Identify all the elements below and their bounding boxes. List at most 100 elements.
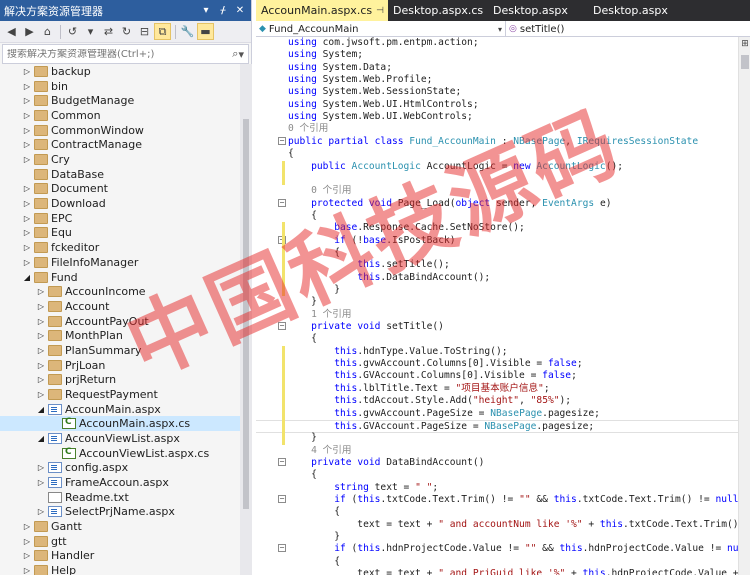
expand-arrow-icon[interactable]: ▷ xyxy=(22,522,32,531)
collapse-toggle-icon[interactable]: − xyxy=(278,198,286,207)
member-dropdown[interactable]: ◎ setTitle() xyxy=(506,21,750,37)
tree-item[interactable]: ▷ Gantt xyxy=(0,519,240,534)
expand-arrow-icon[interactable]: ▷ xyxy=(36,375,46,384)
preview-icon[interactable]: ▬ xyxy=(197,23,214,40)
expand-arrow-icon[interactable]: ▷ xyxy=(22,243,32,252)
expand-arrow-icon[interactable]: ▷ xyxy=(22,126,32,135)
tree-item[interactable]: ▷ SelectPrjName.aspx xyxy=(0,504,240,519)
expand-arrow-icon[interactable]: ▷ xyxy=(22,214,32,223)
expand-arrow-icon[interactable]: ▷ xyxy=(36,361,46,370)
collapse-toggle-icon[interactable]: − xyxy=(278,136,286,145)
expand-arrow-icon[interactable]: ▷ xyxy=(22,184,32,193)
tree-item[interactable]: ▷ CommonWindow xyxy=(0,123,240,138)
solution-tree-scrollbar[interactable] xyxy=(240,64,252,575)
expand-arrow-icon[interactable]: ▷ xyxy=(22,537,32,546)
expand-arrow-icon[interactable]: ▷ xyxy=(36,317,46,326)
tab-desktop-aspx[interactable]: Desktop.aspx xyxy=(488,0,588,21)
expand-arrow-icon[interactable]: ▷ xyxy=(22,96,32,105)
tree-item[interactable]: ◢ AccounMain.aspx xyxy=(0,402,240,417)
tree-item[interactable]: ▷ config.aspx xyxy=(0,460,240,475)
expand-arrow-icon[interactable]: ▷ xyxy=(36,390,46,399)
code-text-area[interactable]: using com.jwsoft.pm.entpm.action; using S… xyxy=(256,37,738,575)
tree-item[interactable]: ▷ bin xyxy=(0,79,240,94)
collapse-arrow-icon[interactable]: ◢ xyxy=(36,405,46,414)
collapse-toggle-icon[interactable]: − xyxy=(278,494,286,503)
expand-arrow-icon[interactable]: ▷ xyxy=(36,331,46,340)
tree-item[interactable]: ▷ fckeditor xyxy=(0,240,240,255)
pin-icon[interactable]: ⊣ xyxy=(376,6,384,16)
show-all-files-icon[interactable]: ⧉ xyxy=(154,23,171,40)
class-dropdown[interactable]: ◆ Fund_AccounMain ▾ xyxy=(256,21,506,37)
tree-item[interactable]: ▷ PrjLoan xyxy=(0,358,240,373)
collapse-arrow-icon[interactable]: ◢ xyxy=(36,434,46,443)
tree-item[interactable]: ◢ Fund xyxy=(0,270,240,285)
split-handle-icon[interactable]: ⊞ xyxy=(740,39,750,49)
expand-arrow-icon[interactable]: ▷ xyxy=(22,82,32,91)
chevron-down-icon[interactable]: ▾ xyxy=(238,48,244,61)
tree-item[interactable]: ▷ MonthPlan xyxy=(0,328,240,343)
tree-item[interactable]: DataBase xyxy=(0,167,240,182)
properties-icon[interactable]: 🔧 xyxy=(179,23,196,40)
tree-item[interactable]: ▷ backup xyxy=(0,64,240,79)
tree-item[interactable]: Readme.txt xyxy=(0,490,240,505)
tree-item[interactable]: ▷ AccounIncome xyxy=(0,284,240,299)
refresh-icon[interactable]: ↻ xyxy=(118,23,135,40)
solution-search-input[interactable] xyxy=(7,48,233,60)
tree-item[interactable]: AccounViewList.aspx.cs xyxy=(0,446,240,461)
chevron-down-icon[interactable]: ▾ xyxy=(82,23,99,40)
expand-arrow-icon[interactable]: ▷ xyxy=(22,199,32,208)
expand-arrow-icon[interactable]: ▷ xyxy=(36,478,46,487)
expand-arrow-icon[interactable]: ▷ xyxy=(22,155,32,164)
tree-item[interactable]: ▷ BudgetManage xyxy=(0,93,240,108)
collapse-all-icon[interactable]: ⊟ xyxy=(136,23,153,40)
sync-icon[interactable]: ⇄ xyxy=(100,23,117,40)
expand-arrow-icon[interactable]: ▷ xyxy=(22,140,32,149)
back-icon[interactable]: ◀ xyxy=(3,23,20,40)
collapse-arrow-icon[interactable]: ◢ xyxy=(22,273,32,282)
expand-arrow-icon[interactable]: ▷ xyxy=(22,566,32,575)
expand-arrow-icon[interactable]: ▷ xyxy=(36,287,46,296)
tree-item[interactable]: ▷ Document xyxy=(0,181,240,196)
close-icon[interactable]: ✕ xyxy=(233,5,247,16)
expand-arrow-icon[interactable]: ▷ xyxy=(22,551,32,560)
tab-desktop-aspx-cs[interactable]: Desktop.aspx.cs xyxy=(388,0,488,21)
expand-arrow-icon[interactable]: ▷ xyxy=(36,463,46,472)
tree-item[interactable]: ▷ Cry xyxy=(0,152,240,167)
expand-arrow-icon[interactable]: ▷ xyxy=(22,111,32,120)
pin-icon[interactable]: ᚋ xyxy=(216,5,230,16)
expand-arrow-icon[interactable]: ▷ xyxy=(36,507,46,516)
expand-arrow-icon[interactable]: ▷ xyxy=(36,346,46,355)
tree-item[interactable]: ▷ Equ xyxy=(0,225,240,240)
history-icon[interactable]: ↺ xyxy=(64,23,81,40)
tree-item[interactable]: ▷ ContractManage xyxy=(0,137,240,152)
editor-vertical-scrollbar[interactable]: ⊞ xyxy=(738,37,750,575)
tree-item[interactable]: ▷ FrameAccoun.aspx xyxy=(0,475,240,490)
tab-accounmain-aspx-cs[interactable]: AccounMain.aspx.cs ⊣ ✕ xyxy=(256,0,396,21)
tree-item[interactable]: ▷ Account xyxy=(0,299,240,314)
tree-item[interactable]: ▷ EPC xyxy=(0,211,240,226)
collapse-toggle-icon[interactable]: − xyxy=(278,322,286,331)
expand-arrow-icon[interactable]: ▷ xyxy=(36,302,46,311)
tree-item[interactable]: ◢ AccounViewList.aspx xyxy=(0,431,240,446)
scrollbar-thumb[interactable] xyxy=(741,55,749,69)
collapse-toggle-icon[interactable]: − xyxy=(278,457,286,466)
tree-item[interactable]: ▷ Help xyxy=(0,563,240,575)
tree-item[interactable]: ▷ prjReturn xyxy=(0,372,240,387)
tree-item[interactable]: ▷ Handler xyxy=(0,548,240,563)
tree-item[interactable]: AccounMain.aspx.cs xyxy=(0,416,240,432)
scrollbar-thumb[interactable] xyxy=(243,119,249,509)
tab-desktop-aspx-2[interactable]: Desktop.aspx xyxy=(588,0,688,21)
tree-item[interactable]: ▷ PlanSummary xyxy=(0,343,240,358)
forward-icon[interactable]: ▶ xyxy=(21,23,38,40)
tree-item[interactable]: ▷ RequestPayment xyxy=(0,387,240,402)
expand-arrow-icon[interactable]: ▷ xyxy=(22,67,32,76)
expand-arrow-icon[interactable]: ▷ xyxy=(22,228,32,237)
tree-item[interactable]: ▷ FileInfoManager xyxy=(0,255,240,270)
tree-item[interactable]: ▷ gtt xyxy=(0,534,240,549)
dropdown-arrow-icon[interactable]: ▾ xyxy=(199,5,213,16)
tree-item[interactable]: ▷ AccountPayOut xyxy=(0,314,240,329)
tree-item[interactable]: ▷ Common xyxy=(0,108,240,123)
solution-search-box[interactable]: ⌕ ▾ xyxy=(2,44,249,64)
tree-item[interactable]: ▷ Download xyxy=(0,196,240,211)
expand-arrow-icon[interactable]: ▷ xyxy=(22,258,32,267)
